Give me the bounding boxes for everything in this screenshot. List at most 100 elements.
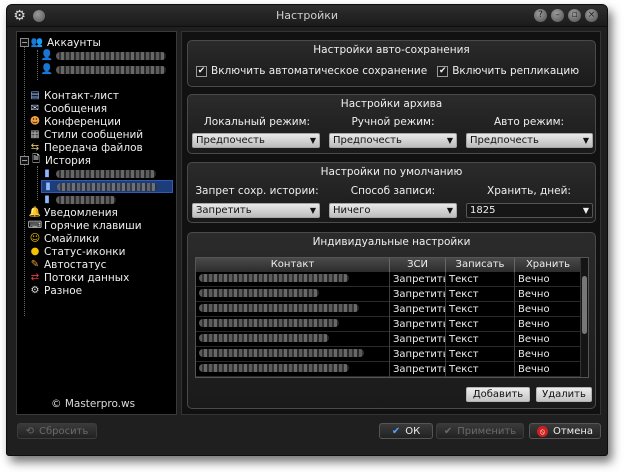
button-label: Отмена: [552, 425, 594, 437]
deny-history-select[interactable]: Запретить ▼: [192, 203, 320, 218]
close-button[interactable]: ×: [585, 9, 598, 22]
table-header: Контакт ЗСИ Записать Хранить: [196, 258, 582, 272]
delete-button[interactable]: Удалить: [536, 387, 592, 402]
table-cell: Запретить: [390, 302, 446, 317]
sidebar-item-file-transfer[interactable]: ⇆ Передача файлов: [29, 141, 143, 154]
write-method-select[interactable]: Ничего ▼: [329, 203, 457, 218]
table-row[interactable]: Запретить Текст Вечно: [196, 347, 582, 362]
apply-button[interactable]: ✔ Применить: [436, 423, 524, 439]
sidebar-account-2[interactable]: 👤: [41, 63, 166, 76]
sidebar-item-message-styles[interactable]: ▦ Стили сообщений: [29, 128, 143, 141]
sidebar-item-label: Сообщения: [44, 102, 108, 115]
deny-history-label: Запрет сохр. истории:: [195, 185, 319, 197]
archive-icon: ▮: [44, 194, 50, 205]
archive-icon: ▮: [45, 181, 51, 192]
settings-window: ⚙ Настройки ? – ▫ × − 👥 Аккаунты 👤 👤 ▤ К…: [6, 4, 608, 456]
window-title: Настройки: [275, 9, 339, 22]
collapse-icon[interactable]: −: [20, 38, 29, 47]
table-cell: Вечно: [515, 287, 582, 302]
sidebar-item-messages[interactable]: ✉ Сообщения: [29, 102, 107, 115]
replication-checkbox[interactable]: ✔: [437, 65, 449, 77]
select-value: Предпочесть: [333, 135, 402, 146]
sidebar-history-account-3[interactable]: ▮: [41, 193, 116, 206]
sidebar-item-smileys[interactable]: ☺ Смайлики: [29, 232, 99, 245]
user-icon: 👤: [40, 50, 54, 61]
sidebar-item-data-streams[interactable]: ⇄ Потоки данных: [29, 271, 130, 284]
table-cell: Текст: [446, 347, 515, 362]
column-header[interactable]: ЗСИ: [390, 258, 446, 272]
sidebar-item-status-icons[interactable]: ● Статус-иконки: [29, 245, 126, 258]
manual-mode-select[interactable]: Предпочесть ▼: [329, 133, 457, 148]
table-row[interactable]: Запретить Текст Вечно: [196, 272, 582, 287]
autostatus-icon: ✎: [30, 259, 40, 270]
sidebar-item-contact-list[interactable]: ▤ Контакт-лист: [29, 89, 119, 102]
sidebar-item-hotkeys[interactable]: ⌨ Горячие клавиши: [28, 219, 142, 232]
defaults-group: Настройки по умолчанию Запрет сохр. исто…: [187, 162, 596, 223]
sidebar-account-1[interactable]: 👤: [41, 49, 166, 62]
sidebar-history-account-2[interactable]: ▮: [41, 180, 173, 193]
title-bar[interactable]: ⚙ Настройки ? – ▫ ×: [7, 5, 607, 27]
table-row[interactable]: Запретить Текст Вечно: [196, 317, 582, 332]
sidebar-item-conferences[interactable]: ☻ Конференции: [29, 115, 121, 128]
sidebar-item-label: Стили сообщений: [44, 128, 144, 141]
redacted-text: [57, 182, 157, 191]
table-row[interactable]: Запретить Текст Вечно: [196, 302, 582, 317]
local-mode-select[interactable]: Предпочесть ▼: [192, 133, 320, 148]
sidebar-item-history[interactable]: − 🗎 История: [17, 154, 91, 167]
table-cell: Вечно: [515, 347, 582, 362]
table-cell: Текст: [446, 362, 515, 377]
redacted-text: [199, 364, 349, 372]
redacted-text: [56, 65, 166, 74]
sidebar-item-label: Горячие клавиши: [44, 219, 142, 232]
group-title: Настройки по умолчанию: [320, 166, 463, 178]
redacted-text: [56, 169, 156, 178]
table-scrollbar[interactable]: [580, 258, 588, 377]
auto-mode-select[interactable]: Предпочесть ▼: [466, 133, 593, 148]
sidebar-item-notifications[interactable]: 🔔 Уведомления: [29, 206, 118, 219]
table-row[interactable]: Запретить Текст Вечно: [196, 362, 582, 377]
ok-button[interactable]: ✔ ОК: [379, 423, 433, 439]
local-mode-label: Локальный режим:: [203, 116, 311, 128]
collapse-icon[interactable]: −: [20, 156, 29, 165]
group-title: Настройки авто-сохранения: [313, 44, 470, 56]
gear-icon: ⚙: [30, 285, 40, 296]
sidebar-item-label: Аккаунты: [47, 36, 101, 49]
reset-button[interactable]: ⟲ Сбросить: [17, 423, 97, 439]
redacted-text: [199, 274, 349, 282]
chevron-down-icon: ▼: [582, 136, 589, 145]
select-value: Предпочесть: [470, 135, 539, 146]
smiley-icon: ☺: [29, 233, 41, 244]
maximize-button[interactable]: ▫: [568, 9, 581, 22]
sidebar-history-account-1[interactable]: ▮: [41, 167, 156, 180]
sidebar-item-label: Контакт-лист: [44, 89, 119, 102]
sidebar-item-label: Передача файлов: [44, 141, 143, 154]
help-button[interactable]: ?: [534, 9, 547, 22]
column-header[interactable]: Записать: [446, 258, 515, 272]
sidebar-item-misc[interactable]: ⚙ Разное: [29, 284, 83, 297]
column-header[interactable]: Контакт: [196, 258, 390, 272]
archive-group: Настройки архива Локальный режим: Ручной…: [187, 94, 596, 154]
sidebar-item-accounts[interactable]: − 👥 Аккаунты: [17, 36, 101, 49]
checkbox-label[interactable]: Включить автоматическое сохранение: [211, 65, 427, 77]
cancel-button[interactable]: ⦸ Отмена: [529, 423, 601, 439]
keep-days-select[interactable]: 1825 ▼: [466, 203, 593, 218]
minimize-button[interactable]: –: [551, 9, 564, 22]
scrollbar-thumb[interactable]: [582, 276, 587, 334]
table-row[interactable]: Запретить Текст Вечно: [196, 287, 582, 302]
group-title: Настройки архива: [340, 98, 443, 110]
sidebar-item-label: Разное: [44, 284, 83, 297]
user-icon: 👤: [40, 64, 54, 75]
table-cell: Запретить: [390, 347, 446, 362]
add-button[interactable]: Добавить: [466, 387, 530, 402]
sidebar-item-label: Смайлики: [44, 232, 100, 245]
checkbox-label[interactable]: Включить репликацию: [452, 65, 579, 77]
select-value: Ничего: [333, 205, 371, 216]
envelope-icon: ✉: [30, 103, 40, 114]
table-cell: Запретить: [390, 287, 446, 302]
column-header[interactable]: Хранить: [515, 258, 582, 272]
individual-settings-table: Контакт ЗСИ Записать Хранить Запретить Т…: [195, 257, 589, 378]
select-value: 1825: [470, 205, 496, 216]
sidebar-item-autostatus[interactable]: ✎ Автостатус: [29, 258, 107, 271]
table-row[interactable]: Запретить Текст Вечно: [196, 332, 582, 347]
autosave-checkbox[interactable]: ✔: [196, 65, 207, 77]
